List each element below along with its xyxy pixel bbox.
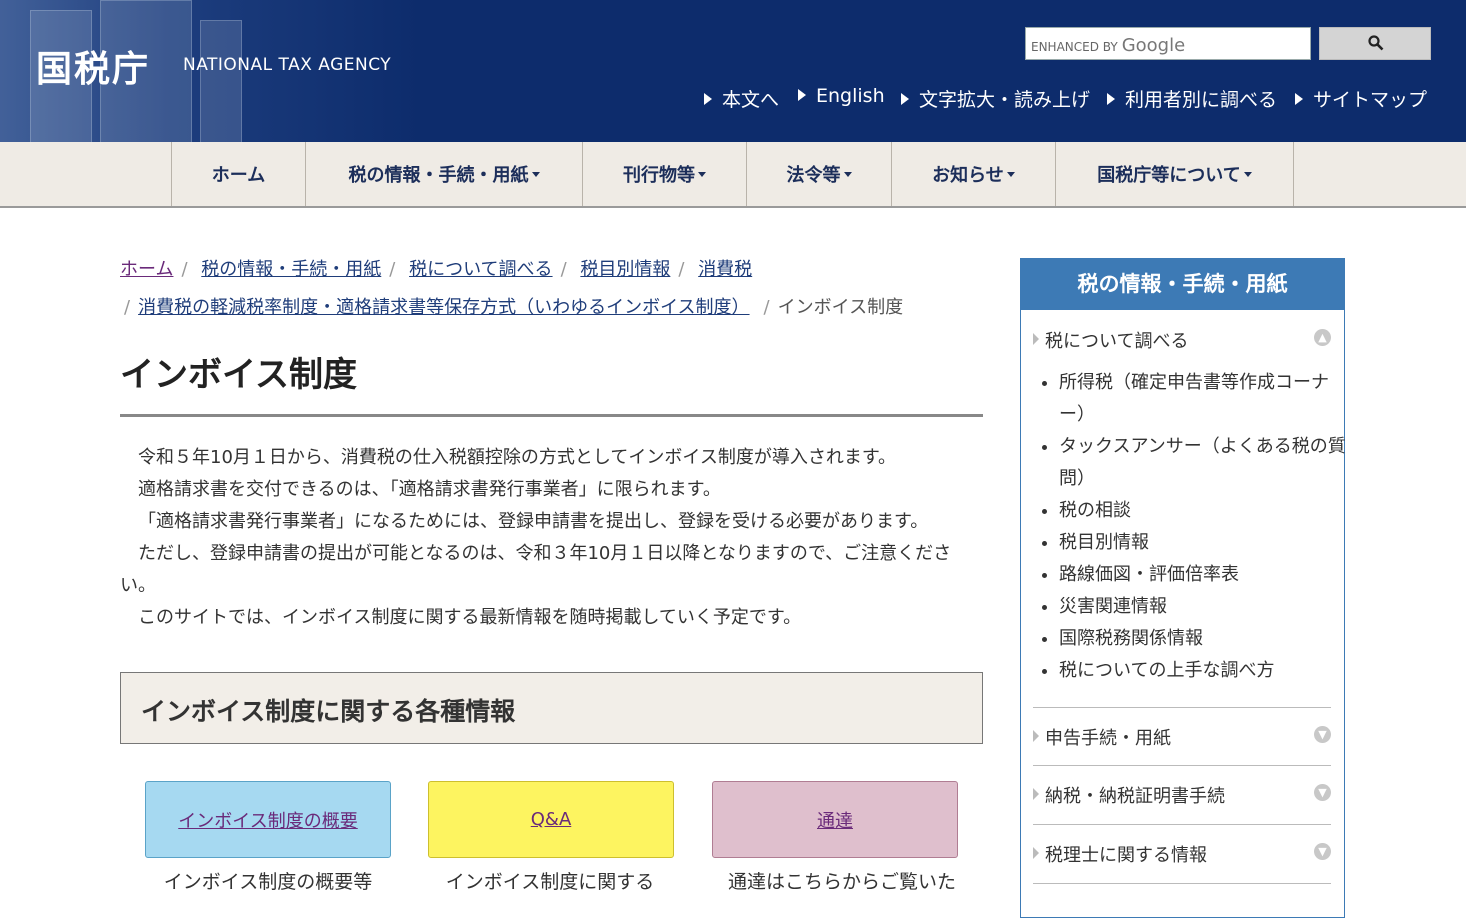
card-circular[interactable]: 通達 xyxy=(712,781,958,858)
title-underline xyxy=(120,414,983,417)
intro-paragraph-1: 令和５年10月１日から、消費税の仕入税額控除の方式としてインボイス制度が導入され… xyxy=(138,447,897,468)
sidebar-divider xyxy=(1033,707,1331,708)
arrow-icon xyxy=(1033,847,1039,859)
util-link-by-user[interactable]: 利用者別に調べる xyxy=(1107,85,1277,112)
sidebar-item-tax-items[interactable]: 税目別情報 xyxy=(1059,527,1349,559)
card-qa[interactable]: Q&A xyxy=(428,781,674,858)
sidebar-item-international[interactable]: 国際税務関係情報 xyxy=(1059,623,1349,655)
card-circular-link[interactable]: 通達 xyxy=(817,807,853,833)
expand-icon[interactable]: ▼ xyxy=(1314,843,1331,860)
arrow-icon xyxy=(1033,730,1039,742)
search-button[interactable] xyxy=(1319,27,1431,60)
nav-news[interactable]: お知らせ xyxy=(891,142,1055,206)
expand-icon[interactable]: ▼ xyxy=(1314,726,1331,743)
card-invoice-overview-caption: インボイス制度の概要等 xyxy=(163,871,373,893)
nav-home[interactable]: ホーム xyxy=(171,142,305,206)
caret-down-icon xyxy=(531,171,540,177)
intro-paragraph-5: このサイトでは、インボイス制度に関する最新情報を随時掲載していく予定です。 xyxy=(138,607,802,628)
sidebar-sublist: 所得税（確定申告書等作成コーナー） タックスアンサー（よくある税の質問） 税の相… xyxy=(1037,367,1349,687)
sidebar-title: 税の情報・手続・用紙 xyxy=(1021,259,1344,310)
search-placeholder: ENHANCED BY Google xyxy=(1031,35,1186,56)
section-heading: インボイス制度に関する各種情報 xyxy=(120,672,983,744)
site-logo-english: NATIONAL TAX AGENCY xyxy=(183,55,392,75)
intro-paragraph-4: ただし、登録申請書の提出が可能となるのは、令和３年10月１日以降となりますので、… xyxy=(120,543,952,596)
breadcrumb-home[interactable]: ホーム xyxy=(120,259,173,280)
sidebar-divider xyxy=(1033,824,1331,825)
sidebar-divider xyxy=(1033,765,1331,766)
nav-publications[interactable]: 刊行物等 xyxy=(582,142,746,206)
sidebar-category-payment[interactable]: 納税・納税証明書手続 ▼ xyxy=(1033,782,1331,808)
breadcrumb-tax-items[interactable]: 税目別情報 xyxy=(580,259,670,280)
search-input[interactable]: ENHANCED BY Google xyxy=(1025,27,1311,60)
card-invoice-overview[interactable]: インボイス制度の概要 xyxy=(145,781,391,858)
util-link-english[interactable]: English xyxy=(798,85,885,107)
breadcrumb-line-2: / 消費税の軽減税率制度・適格請求書等保存方式（いわゆるインボイス制度） / インボイ… xyxy=(124,297,904,318)
expand-icon[interactable]: ▼ xyxy=(1314,784,1331,801)
card-qa-caption: インボイス制度に関する xyxy=(445,871,655,893)
sidebar-item-how-to-search[interactable]: 税についての上手な調べ方 xyxy=(1059,655,1349,687)
breadcrumb-reduced-rate[interactable]: 消費税の軽減税率制度・適格請求書等保存方式（いわゆるインボイス制度） xyxy=(138,297,749,318)
caret-down-icon xyxy=(1243,171,1252,177)
site-logo[interactable]: 国税庁 xyxy=(36,40,150,92)
sidebar-category-filing[interactable]: 申告手続・用紙 ▼ xyxy=(1033,724,1331,750)
util-link-text-size[interactable]: 文字拡大・読み上げ xyxy=(901,85,1090,112)
breadcrumb-current: インボイス制度 xyxy=(777,297,904,318)
util-link-skip-to-content[interactable]: 本文へ xyxy=(704,85,779,112)
page-title: インボイス制度 xyxy=(120,355,357,395)
site-header: 国税庁 NATIONAL TAX AGENCY ENHANCED BY Googl… xyxy=(0,0,1466,142)
sidebar-divider xyxy=(1033,883,1331,884)
arrow-icon xyxy=(901,93,909,105)
arrow-icon xyxy=(1033,788,1039,800)
breadcrumb: ホーム / 税の情報・手続・用紙 / 税について調べる / 税目別情報 / 消費税 xyxy=(120,259,753,280)
arrow-icon xyxy=(798,89,806,101)
breadcrumb-search-tax[interactable]: 税について調べる xyxy=(409,259,552,280)
sidebar-category-tax-accountant[interactable]: 税理士に関する情報 ▼ xyxy=(1033,841,1331,867)
search-icon xyxy=(1368,35,1384,51)
arrow-icon xyxy=(1107,93,1115,105)
intro-paragraph-2: 適格請求書を交付できるのは、「適格請求書発行事業者」に限られます。 xyxy=(138,479,721,500)
intro-paragraph-3: 「適格請求書発行事業者」になるためには、登録申請書を提出し、登録を受ける必要があ… xyxy=(138,511,929,532)
sidebar-item-income-tax[interactable]: 所得税（確定申告書等作成コーナー） xyxy=(1059,367,1349,431)
sidebar-item-consultation[interactable]: 税の相談 xyxy=(1059,495,1349,527)
card-qa-link[interactable]: Q&A xyxy=(531,809,572,830)
nav-divider xyxy=(1293,142,1294,206)
caret-down-icon xyxy=(1006,171,1015,177)
sidebar-category-search-tax[interactable]: 税について調べる ▲ xyxy=(1033,327,1331,353)
sidebar: 税の情報・手続・用紙 税について調べる ▲ 所得税（確定申告書等作成コーナー） … xyxy=(1020,258,1346,918)
caret-down-icon xyxy=(698,171,706,177)
global-nav: ホーム 税の情報・手続・用紙 刊行物等 法令等 お知らせ 国税庁等について xyxy=(0,142,1466,208)
nav-tax-info[interactable]: 税の情報・手続・用紙 xyxy=(305,142,582,206)
arrow-icon xyxy=(1295,93,1303,105)
util-link-sitemap[interactable]: サイトマップ xyxy=(1295,85,1427,112)
card-invoice-overview-link[interactable]: インボイス制度の概要 xyxy=(178,807,357,833)
breadcrumb-consumption-tax[interactable]: 消費税 xyxy=(698,259,752,280)
arrow-icon xyxy=(704,93,712,105)
sidebar-item-disaster[interactable]: 災害関連情報 xyxy=(1059,591,1349,623)
sidebar-item-route-price[interactable]: 路線価図・評価倍率表 xyxy=(1059,559,1349,591)
caret-down-icon xyxy=(843,171,852,177)
collapse-icon[interactable]: ▲ xyxy=(1314,329,1331,346)
arrow-icon xyxy=(1033,333,1039,345)
breadcrumb-tax-info[interactable]: 税の情報・手続・用紙 xyxy=(201,259,381,280)
nav-laws[interactable]: 法令等 xyxy=(746,142,891,206)
nav-about[interactable]: 国税庁等について xyxy=(1055,142,1293,206)
card-circular-caption: 通達はこちらからご覧いた xyxy=(727,871,956,893)
sidebar-item-tax-answer[interactable]: タックスアンサー（よくある税の質問） xyxy=(1059,431,1349,495)
